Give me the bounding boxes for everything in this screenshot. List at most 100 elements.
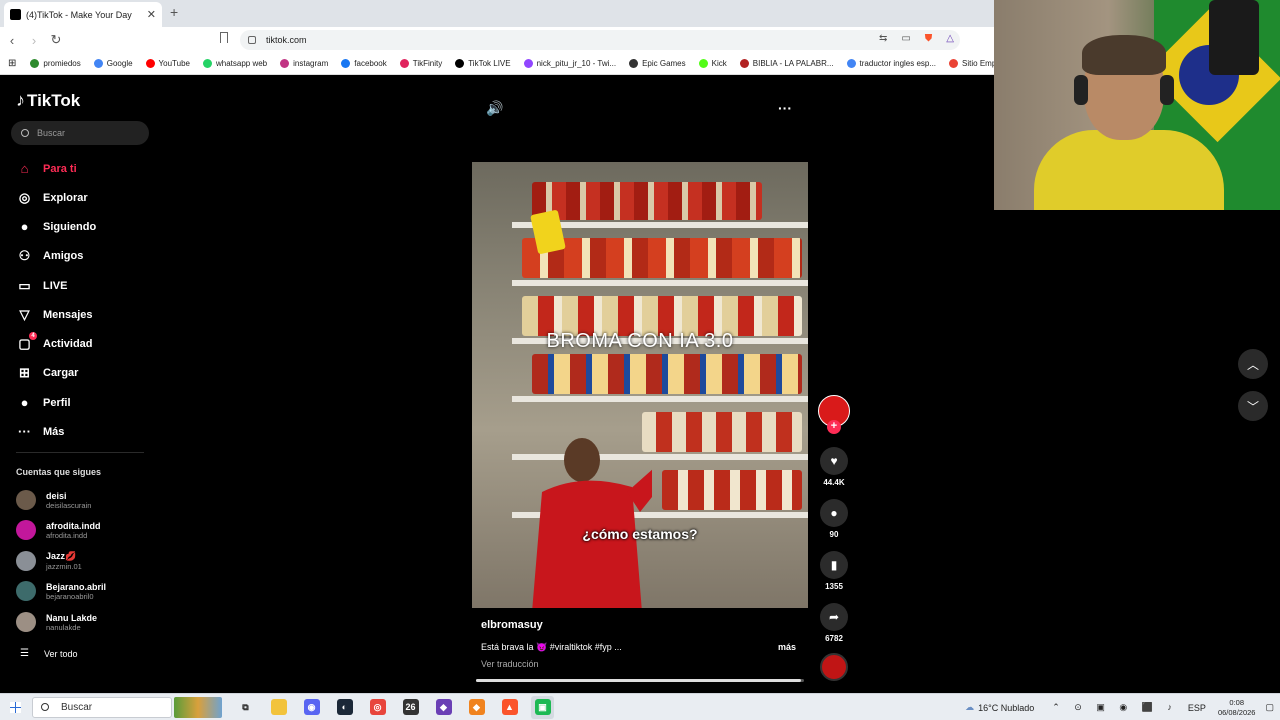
sidebar-item-siguiendo[interactable]: ● Siguiendo [16,218,97,235]
video-username[interactable]: elbromasuy [481,619,543,631]
more-options-icon[interactable]: ··· [778,100,792,116]
sidebar-item-amigos[interactable]: ⚇ Amigos [16,247,84,264]
see-all-button[interactable]: ☰ Ver todo [20,648,78,659]
bookmark-item[interactable]: instagram [280,59,328,68]
app-orange-icon[interactable]: ◆ [465,696,488,719]
sidebar-item-perfil[interactable]: ● Perfil [16,394,71,411]
bookmark-item[interactable]: traductor ingles esp... [846,59,937,68]
translate-icon[interactable]: ⇆ [879,33,887,44]
sidebar-item-actividad[interactable]: ▢ 4 Actividad [16,332,93,352]
bookmark-label: TikFinity [412,59,443,68]
bookmark-item[interactable]: TikFinity [399,59,443,68]
previous-video-button[interactable]: ︿ [1238,349,1268,379]
tab-title: (4)TikTok - Make Your Day [26,9,132,20]
following-account[interactable]: Jazz💋 jazzmin.01 [16,551,82,571]
search-icon [21,129,29,137]
following-account[interactable]: Bejarano.abril bejaranoabril0 [16,581,106,601]
bookmark-page-icon[interactable] [220,32,228,43]
steam-glyph: ◐ [336,699,353,715]
language-indicator[interactable]: ESP [1188,703,1206,713]
app-26-glyph: 26 [402,699,419,715]
browser-tab[interactable]: (4)TikTok - Make Your Day ✕ [4,2,162,27]
taskbar-search-input[interactable]: Buscar [32,696,172,718]
bookmark-favicon-icon [399,59,409,68]
tab-close-icon[interactable]: ✕ [147,8,156,21]
sidebar-item-mensajes[interactable]: ▽ Mensajes [16,306,93,323]
apps-grid-icon[interactable]: ⊞ [8,58,16,69]
bookmark-item[interactable]: nick_pitu_jr_10 - Twi... [523,59,616,68]
forward-icon[interactable]: › [24,33,44,48]
url-text: tiktok.com [266,35,307,45]
bookmark-item[interactable]: facebook [341,59,387,68]
following-section-title: Cuentas que sigues [16,467,102,477]
like-button[interactable]: ♥ 44.4K [818,447,850,487]
sidebar-item-explorar[interactable]: ◎ Explorar [16,189,88,206]
clock[interactable]: 0:08 06/08/2026 [1218,698,1256,718]
bookmark-item[interactable]: Epic Games [629,59,686,68]
following-account[interactable]: afrodita.indd afrodita.indd [16,520,101,540]
bookmark-favicon-icon [145,59,155,68]
brave-rewards-icon[interactable]: △ [946,33,954,44]
screen-icon[interactable]: ▭ [901,33,910,44]
bookmark-label: traductor ingles esp... [859,59,937,68]
app-purple-glyph: ◆ [435,699,452,715]
bookmark-item[interactable]: YouTube [145,59,190,68]
brave-icon[interactable]: ▲ [498,696,521,719]
save-button[interactable]: ▮ 1355 [818,551,850,591]
app-green-icon[interactable]: ▣ [531,695,554,719]
notification-icon[interactable]: ▢ [1265,702,1274,713]
search-input[interactable]: Buscar [11,121,149,145]
heart-icon: ♥ [820,447,848,475]
file-explorer-icon[interactable]: ▬ [267,696,290,719]
new-tab-button[interactable]: + [170,4,178,20]
follow-plus-icon[interactable]: + [827,420,841,434]
taskbar-search-label: Buscar [61,701,93,713]
comment-button[interactable]: ● 90 [818,499,850,539]
back-icon[interactable]: ‹ [2,33,22,48]
weather-text[interactable]: 16°C Nublado [978,703,1034,713]
see-translation-button[interactable]: Ver traducción [481,659,539,669]
share-button[interactable]: ➦ 6782 [818,603,850,643]
url-field[interactable]: tiktok.com [240,30,960,50]
sidebar-item-cargar[interactable]: ⊞ Cargar [16,364,78,381]
tiktok-logo[interactable]: ♪ TikTok [16,90,80,111]
profile-icon: ● [20,395,29,410]
task-view-icon[interactable]: ⧉ [234,696,257,719]
avatar [16,551,36,571]
tray-icons[interactable]: ⌃ ⊙ ▣ ◉ ⬛ ♪ [1052,702,1178,713]
steam-icon[interactable]: ◐ [333,696,356,719]
next-video-button[interactable]: ﹀ [1238,391,1268,421]
reload-icon[interactable]: ↻ [46,32,66,48]
sidebar-item-live[interactable]: ▭ LIVE [16,277,67,294]
bookmark-item[interactable]: Sitio Emp [949,59,994,68]
tiktok-sidebar: ♪ TikTok Buscar ⌂ Para ti ◎ Explorar ● Siguie… [0,76,160,693]
bookmark-item[interactable]: TikTok LIVE [455,59,511,68]
taskbar-widget-image[interactable] [174,696,222,718]
sidebar-item-para-ti[interactable]: ⌂ Para ti [16,160,77,177]
brave-shield-icon[interactable]: ⛊ [925,33,933,44]
person-figure [532,438,652,608]
bookmark-item[interactable]: promiedos [30,59,81,68]
chevron-up-icon: ︿ [1246,357,1259,372]
app-purple-icon[interactable]: ◆ [432,696,455,719]
video-progress-fill [476,679,801,682]
chrome-icon[interactable]: ◎ [366,696,389,719]
site-info-icon[interactable] [248,36,256,44]
bookmark-item[interactable]: Google [93,59,133,68]
caption-more-button[interactable]: más [778,642,796,652]
bookmark-item[interactable]: whatsapp web [202,59,267,68]
discord-icon[interactable]: ◉ [300,696,323,719]
volume-icon[interactable]: 🔊 [486,100,503,117]
music-disc-icon[interactable] [820,653,848,681]
file-explorer-glyph: ▬ [270,699,287,715]
video-player[interactable]: BROMA CON IA 3.0 ¿cómo estamos? [472,162,808,608]
app-26-icon[interactable]: 26 [399,696,422,719]
sidebar-item-m-s[interactable]: ··· Más [16,423,64,440]
following-account[interactable]: deisi deisilascurain [16,490,91,510]
bookmark-label: instagram [293,59,329,68]
following-account[interactable]: Nanu Lakde nanulakde [16,612,97,632]
bookmark-item[interactable]: BIBLIA - LA PALABR... [739,59,834,68]
video-progress-bar[interactable] [476,679,804,682]
start-button[interactable] [0,701,30,713]
bookmark-item[interactable]: Kick [698,59,727,68]
